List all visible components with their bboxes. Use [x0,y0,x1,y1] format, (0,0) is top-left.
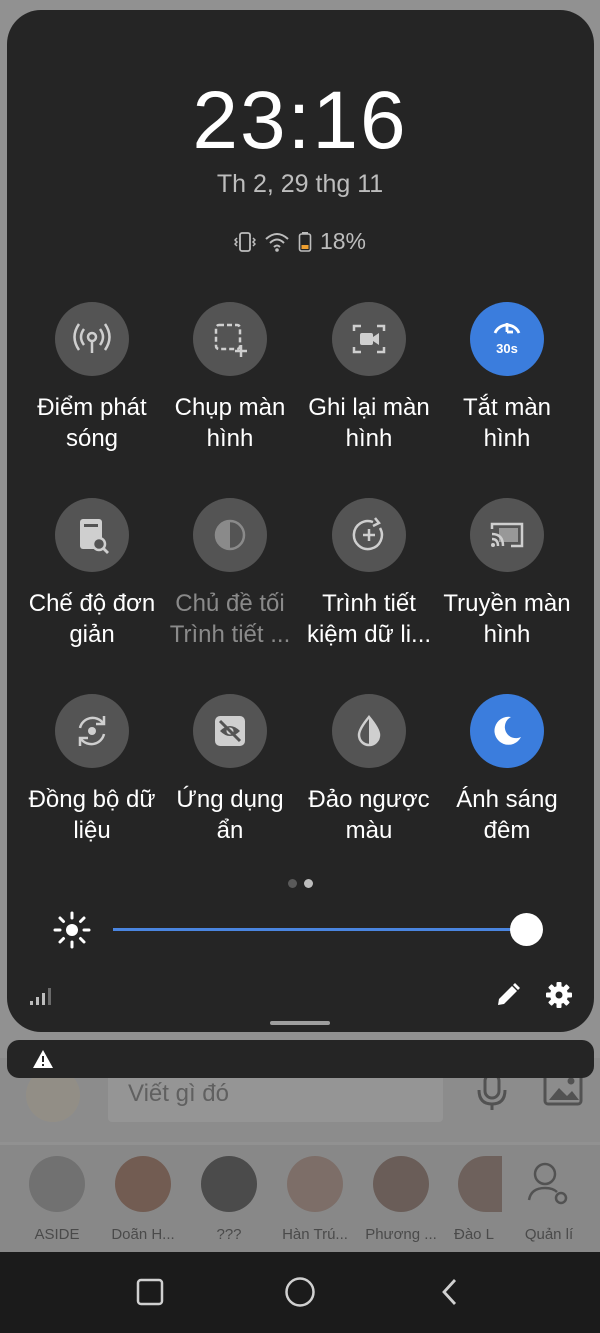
screenshot-icon [214,323,247,357]
recent-apps-icon [136,1278,164,1306]
tile-button[interactable] [470,498,544,572]
brightness-icon [53,911,91,949]
status-row: 18% [0,228,600,255]
home-icon [285,1277,315,1307]
data-saver-icon [352,517,384,551]
tile-cast[interactable]: Truyền màn hình [438,498,576,650]
back-button[interactable] [430,1272,470,1312]
dark-theme-icon [214,519,246,551]
tile-night-light[interactable]: Ánh sáng đêm [438,694,576,846]
brightness-slider-thumb[interactable] [510,913,543,946]
cast-icon [490,522,524,548]
screen-timeout-icon: 30s [493,323,521,356]
tile-screenshot[interactable]: Chụp màn hình [161,302,299,454]
vibrate-icon [233,231,256,252]
tile-easy-mode[interactable]: Chế độ đơn giản [23,498,161,650]
panel-drag-handle[interactable] [270,1021,330,1025]
tile-screen-record[interactable]: Ghi lại màn hình [300,302,438,454]
invert-colors-icon [357,715,381,747]
wifi-icon [265,232,289,252]
page-dot-active [303,879,313,888]
tile-button[interactable] [332,694,406,768]
page-dot [287,879,297,888]
signal-icon [30,988,51,1005]
notification-bar[interactable] [7,1040,594,1078]
screen-record-icon [352,324,386,354]
warning-icon [33,1050,53,1068]
tile-screen-timeout[interactable]: 30s Tắt màn hình [438,302,576,454]
hotspot-icon [73,323,111,353]
tile-button[interactable] [55,498,129,572]
tile-invert-colors[interactable]: Đảo ngược màu [300,694,438,846]
page-indicator [0,879,600,888]
tile-button[interactable] [55,302,129,376]
tile-button[interactable] [332,498,406,572]
tile-button[interactable] [193,498,267,572]
tile-hotspot[interactable]: Điểm phát sóng [23,302,161,454]
back-icon [442,1279,457,1305]
tile-button[interactable]: 30s [470,302,544,376]
clock: 23:16 [192,75,408,166]
recent-apps-button[interactable] [130,1272,170,1312]
tile-button[interactable] [55,694,129,768]
date: Th 2, 29 thg 11 [216,170,384,198]
edit-icon[interactable] [495,982,521,1008]
tile-button[interactable] [193,694,267,768]
battery-percent: 18% [319,228,367,254]
tile-button[interactable] [193,302,267,376]
tile-dark-theme[interactable]: Chủ đề tối Trình tiết ... [161,498,299,650]
brightness-slider[interactable] [113,928,525,931]
timeout-badge: 30s [496,341,518,356]
night-light-icon [494,716,521,745]
settings-gear-icon[interactable] [545,981,573,1009]
tile-button[interactable] [470,694,544,768]
sync-icon [78,716,106,746]
tile-button[interactable] [332,302,406,376]
easy-mode-icon [80,519,109,554]
battery-icon [298,231,312,252]
tile-hidden-apps[interactable]: Ứng dụng ẩn [161,694,299,846]
tile-data-saver[interactable]: Trình tiết kiệm dữ li... [300,498,438,650]
tile-sync[interactable]: Đồng bộ dữ liệu [23,694,161,846]
home-button[interactable] [280,1272,320,1312]
hidden-apps-icon [215,716,245,746]
